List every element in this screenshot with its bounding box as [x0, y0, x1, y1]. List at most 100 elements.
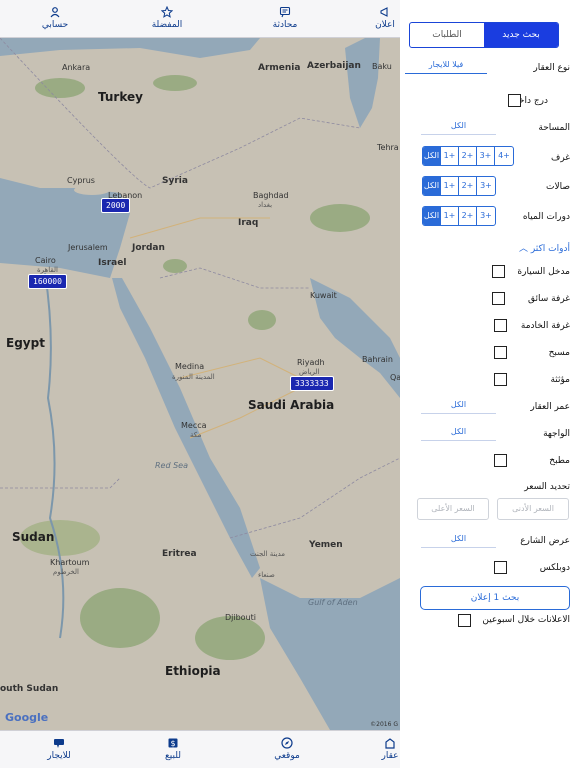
- tab-label: للايجار: [47, 751, 71, 761]
- top-tab-bar: حسابي المفضلة محادثة اعلان: [0, 0, 400, 38]
- map-label-mecca-ar: مكة: [190, 431, 202, 439]
- rooms-option-2[interactable]: 2+: [459, 147, 477, 165]
- map-view[interactable]: Ankara Turkey Armenia Azerbaijan Baku Te…: [0, 38, 400, 730]
- map-label-qatar: Qa: [390, 373, 400, 382]
- tab-label: محادثة: [272, 20, 298, 30]
- baths-option-all[interactable]: الكل: [423, 207, 441, 225]
- halls-option-3[interactable]: 3+: [477, 177, 495, 195]
- furnished-checkbox[interactable]: [494, 373, 507, 386]
- price-marker[interactable]: 160000: [28, 274, 67, 289]
- more-tools-toggle[interactable]: أدوات اكثر ︿: [519, 241, 570, 254]
- map-label-yemen: Yemen: [309, 540, 343, 550]
- kitchen-label: مطبخ: [549, 456, 570, 466]
- duplex-label: دوبلكس: [539, 563, 570, 573]
- map-label-gulf-of-aden: Gulf of Aden: [308, 598, 358, 607]
- driver-room-checkbox[interactable]: [492, 292, 505, 305]
- map-label-bahrain: Bahrain: [362, 355, 393, 364]
- bottom-tab-bar: للايجار $ للبيع موقعي عقار: [0, 730, 400, 768]
- map-graphic: [0, 38, 400, 730]
- property-age-select[interactable]: الكل: [421, 400, 496, 414]
- price-label: تحديد السعر: [524, 482, 570, 492]
- property-type-select[interactable]: فيلا للايجار: [405, 60, 487, 74]
- megaphone-icon: [380, 7, 388, 17]
- recent-ads-checkbox[interactable]: [458, 614, 471, 627]
- tab-favorites[interactable]: المفضلة: [132, 6, 202, 30]
- map-label-baku: Baku: [372, 62, 392, 71]
- halls-option-2[interactable]: 2+: [459, 177, 477, 195]
- kitchen-checkbox[interactable]: [494, 454, 507, 467]
- furnished-label: مؤثثة: [550, 375, 570, 385]
- tab-my-account[interactable]: حسابي: [20, 6, 90, 30]
- chat-icon: [279, 6, 291, 18]
- facade-select[interactable]: الكل: [421, 427, 496, 441]
- tab-for-sale[interactable]: $ للبيع: [138, 737, 208, 761]
- property-age-label: عمر العقار: [530, 402, 570, 412]
- map-label-armenia: Armenia: [258, 63, 301, 73]
- baths-label: دورات المياه: [522, 212, 570, 222]
- rooms-option-1[interactable]: 1+: [441, 147, 459, 165]
- rooms-option-4[interactable]: 4+: [495, 147, 513, 165]
- map-label-ethiopia: Ethiopia: [165, 664, 221, 678]
- star-icon: [161, 6, 173, 18]
- pool-checkbox[interactable]: [494, 346, 507, 359]
- chevron-up-icon: ︿: [518, 244, 528, 254]
- map-label-red-sea: Red Sea: [155, 461, 189, 470]
- inner-stairs-checkbox[interactable]: [508, 94, 521, 107]
- map-label-egypt: Egypt: [6, 336, 45, 350]
- baths-option-3[interactable]: 3+: [477, 207, 495, 225]
- google-logo: Google: [5, 711, 49, 724]
- svg-text:$: $: [170, 739, 175, 748]
- tab-new-search[interactable]: بحث جديد: [484, 23, 558, 47]
- map-label-cyprus: Cyprus: [67, 176, 95, 185]
- tab-requests[interactable]: الطلبات: [410, 23, 484, 47]
- more-tools-label: أدوات اكثر: [530, 244, 570, 254]
- map-label-djibouti: Djibouti: [225, 613, 257, 622]
- map-label-khartoum: Khartoum: [50, 558, 90, 567]
- car-entrance-checkbox[interactable]: [492, 265, 505, 278]
- duplex-checkbox[interactable]: [494, 561, 507, 574]
- tab-property[interactable]: عقار: [380, 737, 400, 761]
- map-label-syria: Syria: [162, 176, 188, 186]
- tab-chat[interactable]: محادثة: [250, 6, 320, 30]
- map-label-cairo-ar: القاهرة: [37, 266, 58, 274]
- halls-option-all[interactable]: الكل: [423, 177, 441, 195]
- tab-label: للبيع: [165, 751, 181, 761]
- halls-option-1[interactable]: 1+: [441, 177, 459, 195]
- map-label-medina: Medina: [175, 362, 205, 371]
- baths-option-1[interactable]: 1+: [441, 207, 459, 225]
- property-type-label: نوع العقار: [533, 63, 570, 73]
- street-width-label: عرض الشارع: [520, 536, 570, 546]
- price-marker[interactable]: 2000: [101, 198, 131, 213]
- baths-option-2[interactable]: 2+: [459, 207, 477, 225]
- map-label-saudi-arabia: Saudi Arabia: [248, 398, 335, 412]
- price-min-input[interactable]: السعر الأدنى: [497, 498, 569, 520]
- car-entrance-label: مدخل السيارة: [517, 267, 570, 277]
- maid-room-checkbox[interactable]: [494, 319, 507, 332]
- search-mode-segmented-control: بحث جديد الطلبات: [409, 22, 559, 48]
- tab-my-location[interactable]: موقعي: [252, 737, 322, 761]
- price-marker[interactable]: 3333333: [290, 376, 334, 391]
- map-label-sanaa-2: صنعاء: [258, 571, 275, 579]
- price-max-input[interactable]: السعر الأعلى: [417, 498, 489, 520]
- rooms-option-3[interactable]: 3+: [477, 147, 495, 165]
- halls-label: صالات: [546, 182, 570, 192]
- tab-advertise[interactable]: اعلان: [370, 6, 400, 30]
- map-label-medina-ar: المدينة المنورة: [172, 373, 215, 381]
- map-label-kuwait: Kuwait: [310, 291, 337, 300]
- for-rent-icon: [54, 739, 64, 748]
- rooms-label: غرف: [550, 153, 570, 163]
- area-select[interactable]: الكل: [421, 121, 496, 135]
- compass-icon: [281, 737, 293, 749]
- map-label-iraq: Iraq: [238, 218, 259, 228]
- property-icon: [385, 738, 395, 749]
- rooms-option-all[interactable]: الكل: [423, 147, 441, 165]
- map-label-tehran: Tehra: [377, 143, 399, 152]
- search-button[interactable]: بحث 1 إعلان: [420, 586, 570, 610]
- map-label-cairo: Cairo: [35, 256, 56, 265]
- street-width-select[interactable]: الكل: [421, 534, 496, 548]
- map-label-turkey: Turkey: [98, 90, 143, 104]
- tab-for-rent[interactable]: للايجار: [24, 737, 94, 761]
- map-label-sudan: Sudan: [12, 530, 55, 544]
- map-label-khartoum-ar: الخرطوم: [53, 568, 79, 576]
- map-label-south-sudan: outh Sudan: [0, 684, 59, 694]
